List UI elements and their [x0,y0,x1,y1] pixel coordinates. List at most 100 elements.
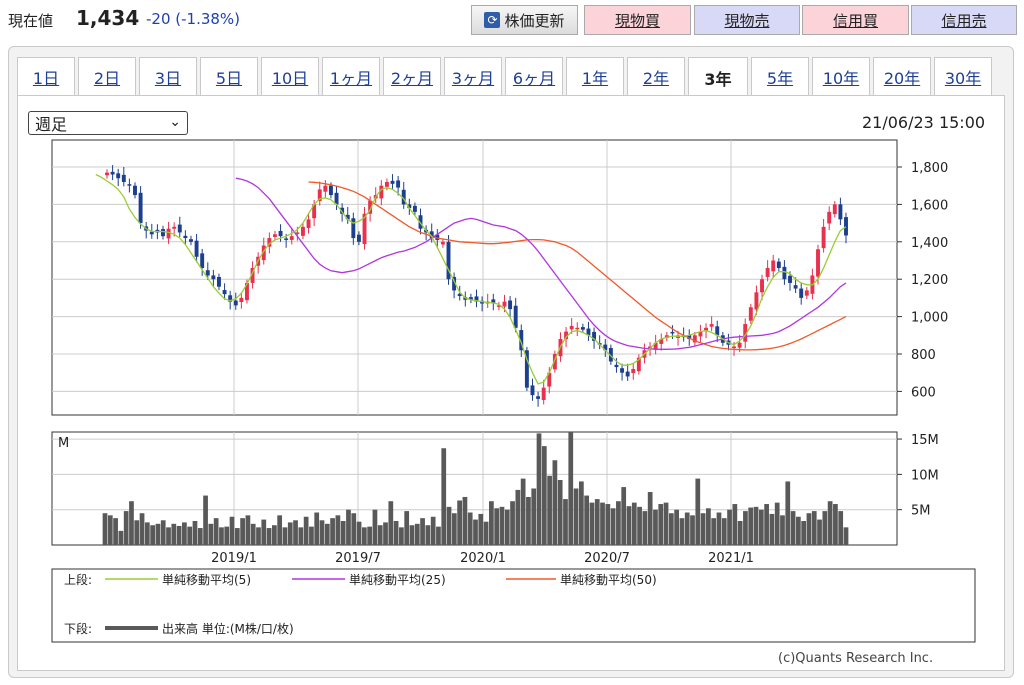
legend-upper-label: 上段: [64,572,92,587]
candle-body [569,325,574,330]
volume-bar [107,515,113,545]
candle-body [821,226,826,249]
price-y-tick-label: 1,800 [911,161,948,176]
volume-bar [621,487,627,545]
candle-body [536,396,541,399]
volume-bar [129,501,134,545]
volume-bar [843,527,849,545]
volume-bar [176,525,182,545]
candle-body [116,173,121,179]
volume-bar [817,519,822,545]
volume-bar [457,500,462,545]
volume-bar [806,513,812,545]
candle-body [384,181,389,187]
volume-bar [790,511,796,545]
volume-bar [589,502,595,545]
volume-bar [361,527,367,545]
candle-body [827,211,832,224]
volume-bar [647,492,653,545]
candle-body [412,205,417,212]
volume-bar [478,513,484,545]
candle-body [575,327,580,330]
volume-unit-label: M [58,436,69,451]
volume-bar [573,488,579,545]
candle-body [508,300,513,310]
candle-body [356,234,361,242]
candle-body [440,241,445,245]
volume-bar [414,523,420,545]
volume-bar [467,512,473,545]
volume-bar [319,520,325,545]
volume-bar [404,511,410,545]
volume-bar [489,501,494,545]
volume-bar [451,513,457,545]
volume-bar [377,525,383,545]
volume-bar [282,527,288,545]
stock-chart: 1,800 1,600 1,400 1,200 1,000 800 600 15M 10M 5M… [51,139,976,643]
volume-bar [732,504,738,545]
volume-bar [219,527,224,545]
volume-bar [822,511,828,545]
candle-body [838,204,843,220]
candle-body [788,275,792,283]
volume-bar [182,522,187,545]
candle-body [110,171,115,175]
volume-bar [727,509,732,545]
volume-bar [743,511,748,545]
volume-bar [240,518,245,545]
volume-bar [314,512,320,545]
candle-body [816,249,820,277]
candle-body [793,285,798,289]
volume-bar [144,522,150,545]
price-y-tick-label: 600 [911,385,936,400]
volume-bar [234,528,240,545]
volume-bar [309,526,314,545]
candle-body [205,270,210,276]
volume-bar [277,515,283,545]
volume-bar [706,508,711,545]
volume-bar [150,525,156,545]
volume-bar [557,480,563,545]
x-tick-label: 2019/7 [335,551,381,566]
x-tick-label: 2020/1 [460,551,506,566]
volume-bar [631,502,637,545]
volume-bar [737,520,743,545]
volume-bar [213,518,219,545]
volume-bar [330,518,335,545]
volume-bar [716,512,722,545]
volume-bar [367,526,373,545]
volume-bar [721,518,727,545]
candle-body [351,218,356,239]
volume-bar [658,504,664,545]
volume-bar [684,512,690,545]
volume-bar [504,509,510,545]
volume-bar [526,496,531,545]
volume-bar [700,513,706,545]
volume-bar [356,521,362,545]
volume-bar [499,506,505,545]
volume-bar [272,525,277,545]
candle-body [390,180,395,184]
volume-bar [134,520,140,545]
volume-bar [441,448,447,545]
volume-bar [605,504,611,545]
volume-bar [515,489,521,545]
volume-bar [293,520,298,545]
candle-body [396,180,401,188]
volume-bar [510,501,515,545]
volume-bar [610,508,616,545]
candle-body [194,240,199,257]
volume-bar [462,496,468,545]
candle-body [832,204,837,215]
x-tick-label: 2019/1 [211,551,257,566]
volume-bar [192,520,198,545]
candle-body [121,174,126,182]
candle-body [172,226,177,229]
candle-body [580,327,585,330]
legend-volume: 出来高 単位:(M株/口/枚) [162,621,294,636]
volume-bar [695,478,701,545]
volume-bar [351,513,357,545]
candle-body [737,342,742,348]
candle-body [278,230,283,237]
candle-body [127,184,132,186]
